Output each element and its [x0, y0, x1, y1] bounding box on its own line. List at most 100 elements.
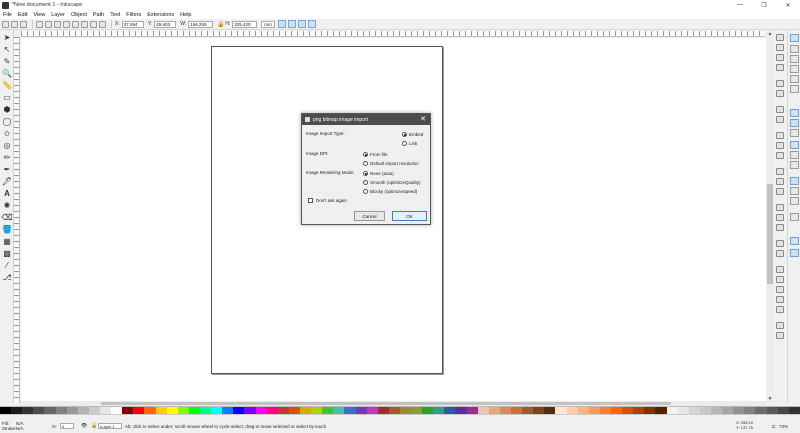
palette-swatch[interactable]	[444, 407, 456, 414]
deselect-icon[interactable]	[20, 20, 27, 28]
smooth-radio[interactable]	[363, 180, 368, 185]
palette-swatch[interactable]	[211, 407, 223, 414]
current-layer-select[interactable]: •Layer 1	[98, 423, 122, 429]
lock-icon[interactable]: 🔒	[217, 21, 224, 28]
zoom-page-icon[interactable]	[776, 188, 784, 195]
menu-extensions[interactable]: Extensions	[147, 12, 174, 18]
layers-icon[interactable]	[776, 286, 784, 293]
palette-swatch[interactable]	[299, 407, 312, 414]
maximize-button[interactable]: ❐	[752, 0, 776, 10]
raise-to-top-icon[interactable]	[99, 20, 106, 28]
palette-swatch[interactable]	[677, 407, 689, 414]
save-icon[interactable]	[776, 54, 784, 61]
palette-swatch[interactable]	[499, 407, 512, 414]
menu-file[interactable]: File	[3, 12, 12, 18]
document-properties-icon[interactable]	[776, 332, 784, 339]
palette-swatch[interactable]	[99, 407, 112, 414]
none-auto-option[interactable]: None (auto)	[363, 171, 394, 176]
palette-swatch[interactable]	[333, 407, 345, 414]
palette-swatch[interactable]	[11, 407, 23, 414]
pen-tool-icon[interactable]: ✒	[2, 164, 12, 174]
embed-radio[interactable]	[402, 132, 407, 137]
menu-text[interactable]: Text	[110, 12, 120, 18]
palette-swatch[interactable]	[233, 407, 245, 414]
link-radio[interactable]	[402, 141, 407, 146]
palette-swatch[interactable]	[177, 407, 189, 414]
spiral-tool-icon[interactable]: ◎	[2, 140, 12, 150]
ungroup-icon[interactable]	[776, 250, 784, 257]
palette-swatch[interactable]	[566, 407, 578, 414]
menu-layer[interactable]: Layer	[51, 12, 65, 18]
palette-swatch[interactable]	[199, 407, 212, 414]
layer-visibility-icon[interactable]: 👁	[80, 423, 87, 429]
palette-swatch[interactable]	[33, 407, 45, 414]
text-tool-icon[interactable]: A	[2, 188, 12, 198]
menu-view[interactable]: View	[33, 12, 45, 18]
minimize-button[interactable]: —	[728, 0, 752, 10]
group-icon[interactable]	[776, 240, 784, 247]
palette-swatch[interactable]	[377, 407, 389, 414]
width-field[interactable]: 156.259	[188, 20, 214, 28]
eraser-tool-icon[interactable]: ⌫	[1, 212, 12, 222]
palette-swatch[interactable]	[722, 407, 734, 414]
palette-swatch[interactable]	[111, 407, 123, 414]
snap-nodes-icon[interactable]	[790, 109, 799, 117]
export-icon[interactable]	[776, 90, 784, 97]
dropper-tool-icon[interactable]: ⁄	[2, 260, 12, 270]
menu-filters[interactable]: Filters	[126, 12, 141, 18]
layer-lock-icon[interactable]: 🔓	[90, 423, 97, 429]
palette-swatch[interactable]	[777, 407, 789, 414]
opacity-field[interactable]: 0	[60, 423, 74, 429]
palette-swatch[interactable]	[388, 407, 400, 414]
blocky-option[interactable]: Blocky (optimizeSpeed)	[363, 189, 417, 194]
palette-swatch[interactable]	[611, 407, 623, 414]
link-option[interactable]: Link	[402, 141, 417, 146]
ok-button[interactable]: OK	[392, 211, 427, 221]
unit-select[interactable]: mm	[261, 20, 275, 28]
fill-stroke-indicator[interactable]: Fill: N/A Stroke: N/A	[2, 421, 24, 431]
raise-icon[interactable]	[90, 20, 97, 28]
palette-swatch[interactable]	[711, 407, 723, 414]
vertical-scroll-thumb[interactable]	[767, 184, 773, 284]
palette-swatch[interactable]	[755, 407, 767, 414]
spray-tool-icon[interactable]: ✺	[2, 200, 12, 210]
palette-swatch[interactable]	[477, 407, 489, 414]
palette-swatch[interactable]	[666, 407, 678, 414]
menu-path[interactable]: Path	[93, 12, 104, 18]
embed-option[interactable]: Embed	[402, 132, 423, 137]
palette-swatch[interactable]	[399, 407, 412, 414]
palette-swatch[interactable]	[88, 407, 100, 414]
dont-ask-option[interactable]: Don't ask again	[308, 198, 347, 203]
snap-text-baseline-icon[interactable]	[790, 197, 799, 205]
palette-swatch[interactable]	[77, 407, 89, 414]
vertical-scrollbar[interactable]: ▲ ▼	[766, 31, 774, 402]
snap-page-border-icon[interactable]	[790, 213, 799, 221]
palette-swatch[interactable]	[766, 407, 778, 414]
menu-edit[interactable]: Edit	[18, 12, 27, 18]
palette-swatch[interactable]	[455, 407, 467, 414]
palette-swatch[interactable]	[422, 407, 434, 414]
unlink-clone-icon[interactable]	[776, 224, 784, 231]
palette-swatch[interactable]	[0, 407, 12, 414]
import-icon[interactable]	[776, 80, 784, 87]
smooth-option[interactable]: Smooth (optimizeQuality)	[363, 180, 421, 185]
zoom-tool-icon[interactable]: 🔍	[2, 68, 12, 78]
tweak-tool-icon[interactable]: ✎	[2, 56, 12, 66]
snap-object-centers-icon[interactable]	[790, 177, 799, 185]
rectangle-tool-icon[interactable]: ▭	[2, 92, 12, 102]
calligraphy-tool-icon[interactable]: 🖋	[2, 176, 12, 186]
palette-swatch[interactable]	[44, 407, 56, 414]
gradient-tool-icon[interactable]: ▦	[2, 236, 12, 246]
palette-swatch[interactable]	[244, 407, 256, 414]
undo-icon[interactable]	[776, 106, 784, 113]
palette-swatch[interactable]	[599, 407, 612, 414]
palette-swatch[interactable]	[744, 407, 756, 414]
snap-rotation-center-icon[interactable]	[790, 187, 799, 195]
palette-swatch[interactable]	[655, 407, 667, 414]
snap-cusp-nodes-icon[interactable]	[790, 141, 799, 149]
3d-box-tool-icon[interactable]: ⬢	[2, 104, 12, 114]
snap-grids-icon[interactable]	[790, 237, 799, 245]
from-file-radio[interactable]	[363, 152, 368, 157]
snap-smooth-nodes-icon[interactable]	[790, 151, 799, 159]
mesh-tool-icon[interactable]: ▩	[2, 248, 12, 258]
